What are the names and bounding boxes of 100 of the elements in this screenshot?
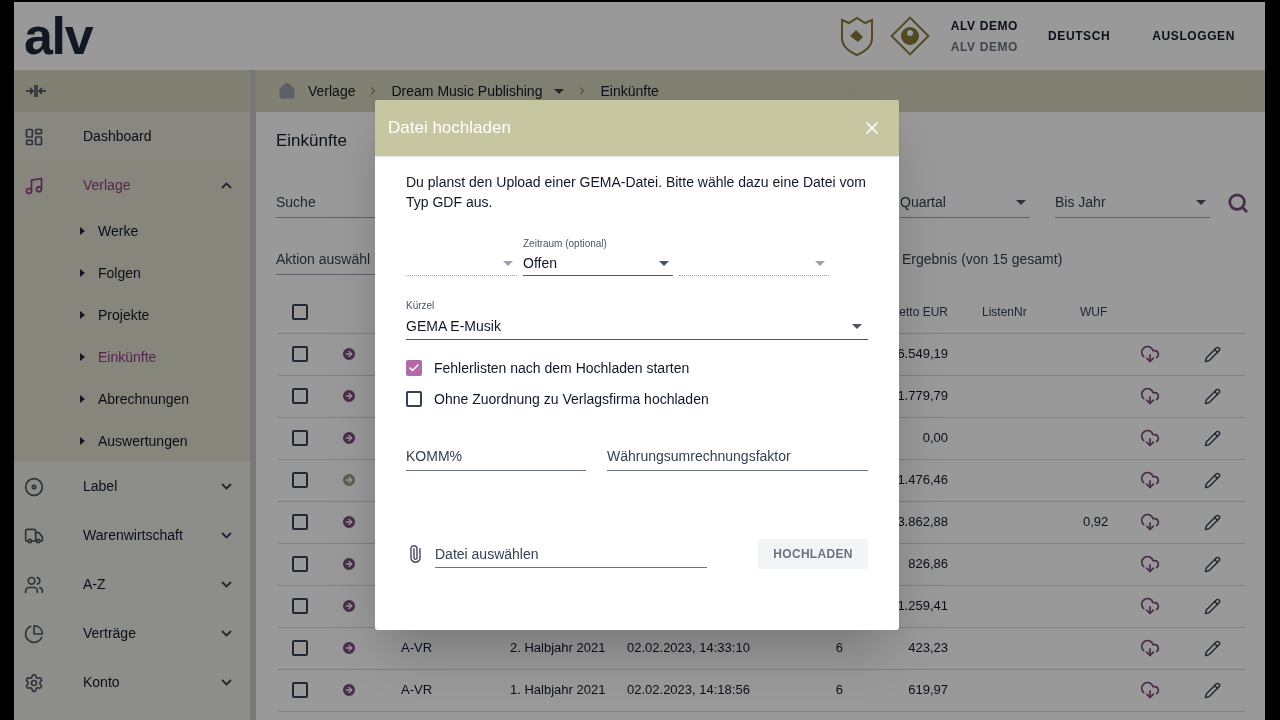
- table-cell-text: 1. Halbjahr 2021: [509, 681, 607, 700]
- checkbox[interactable]: [406, 360, 422, 376]
- profile-badge-icon[interactable]: [888, 15, 931, 57]
- period-select[interactable]: Zeitraum (optional) Offen: [523, 236, 673, 276]
- edit-icon[interactable]: [1204, 513, 1221, 531]
- sidebar-subitem[interactable]: Abrechnungen: [14, 378, 250, 420]
- open-row-icon[interactable]: [341, 388, 357, 404]
- sidebar-subitem[interactable]: Folgen: [14, 252, 250, 294]
- dropdown-caret-icon: [554, 88, 565, 94]
- edit-icon[interactable]: [1204, 555, 1221, 573]
- open-row-icon[interactable]: [341, 556, 357, 572]
- edit-icon[interactable]: [1204, 387, 1221, 405]
- edit-icon[interactable]: [1204, 639, 1221, 657]
- download-icon[interactable]: [1140, 470, 1160, 490]
- disc-icon: [24, 476, 44, 497]
- collapse-icon[interactable]: [26, 85, 46, 97]
- open-row-icon[interactable]: [341, 682, 357, 698]
- open-row-icon[interactable]: [341, 430, 357, 446]
- sidebar-item[interactable]: Label: [14, 462, 250, 511]
- sidebar-subitem[interactable]: Werke: [14, 210, 250, 252]
- checkbox[interactable]: [292, 682, 308, 698]
- sidebar-item[interactable]: Verlage: [14, 161, 250, 210]
- open-row-icon[interactable]: [341, 640, 357, 656]
- edit-icon[interactable]: [1204, 597, 1221, 615]
- table-cell-text: 423,23: [908, 639, 949, 658]
- open-row-icon[interactable]: [341, 472, 357, 488]
- sidebar-item[interactable]: Konto: [14, 658, 250, 707]
- dashboard-icon: [24, 126, 44, 147]
- bullet-icon: [80, 395, 85, 403]
- table-cell-text: 6: [835, 639, 844, 658]
- checkbox[interactable]: [292, 598, 308, 614]
- download-icon[interactable]: [1140, 428, 1160, 448]
- sidebar-item[interactable]: A-Z: [14, 560, 250, 609]
- download-icon[interactable]: [1140, 386, 1160, 406]
- column-header: WUF: [1079, 304, 1109, 321]
- text-field[interactable]: KOMM%: [406, 441, 586, 471]
- edit-icon[interactable]: [1204, 681, 1221, 699]
- kuerzel-select[interactable]: Kürzel GEMA E-Musik: [406, 298, 868, 340]
- table-cell-text: 02.02.2023, 14:33:10: [626, 639, 751, 658]
- edit-icon[interactable]: [1204, 345, 1221, 363]
- dropdown-caret-icon: [1196, 199, 1206, 205]
- file-field[interactable]: Datei auswählen: [435, 540, 707, 568]
- checkbox[interactable]: [292, 640, 308, 656]
- year-select[interactable]: Bis Jahr: [1055, 187, 1210, 218]
- breadcrumb-link[interactable]: Dream Music Publishing: [391, 80, 543, 102]
- checkbox-label: Fehlerlisten nach dem Hochladen starten: [434, 358, 690, 378]
- dialog-description: Du planst den Upload einer GEMA-Datei. Bitte wähle dazu eine Datei vom Typ GDF aus.: [406, 173, 867, 212]
- logout-button[interactable]: AUSLOGGEN: [1152, 27, 1235, 45]
- checkbox[interactable]: [292, 472, 308, 488]
- table-cell-text: 02.02.2023, 14:18:56: [626, 681, 751, 700]
- checkbox[interactable]: [292, 514, 308, 530]
- pie-chart-icon: [24, 623, 44, 644]
- sidebar-subitem[interactable]: Einkünfte: [14, 336, 250, 378]
- result-count: Ergebnis (von 15 gesamt): [902, 250, 1063, 269]
- user-subtitle: ALV DEMO: [950, 38, 1019, 56]
- text-field[interactable]: Währungsumrechnungsfaktor: [607, 441, 868, 471]
- open-row-icon[interactable]: [341, 598, 357, 614]
- shield-icon[interactable]: [839, 16, 874, 56]
- quarter-select[interactable]: Quartal: [900, 187, 1030, 218]
- settings-icon: [24, 672, 44, 693]
- download-icon[interactable]: [1140, 344, 1160, 364]
- search-icon[interactable]: [1227, 191, 1249, 214]
- checkbox[interactable]: [292, 556, 308, 572]
- table-cell-text: 3.862,88: [897, 513, 949, 532]
- column-header: ListenNr: [981, 304, 1028, 321]
- table-cell-text: 826,86: [908, 555, 949, 574]
- download-icon[interactable]: [1140, 680, 1160, 700]
- edit-icon[interactable]: [1204, 429, 1221, 447]
- bullet-icon: [80, 311, 85, 319]
- open-row-icon[interactable]: [341, 514, 357, 530]
- sidebar-subitem[interactable]: Auswertungen: [14, 420, 250, 462]
- checkbox[interactable]: [292, 388, 308, 404]
- checkbox[interactable]: [292, 346, 308, 362]
- music-note-icon: [24, 175, 44, 196]
- check-icon: [408, 362, 420, 374]
- sidebar-item[interactable]: Dashboard: [14, 112, 250, 161]
- download-icon[interactable]: [1140, 596, 1160, 616]
- checkbox[interactable]: [406, 391, 422, 407]
- download-icon[interactable]: [1140, 638, 1160, 658]
- breadcrumb-link[interactable]: Einkünfte: [600, 80, 659, 102]
- sidebar-subitem[interactable]: Projekte: [14, 294, 250, 336]
- dropdown-caret-icon: [503, 260, 513, 266]
- sidebar-item[interactable]: Verträge: [14, 609, 250, 658]
- bullet-icon: [80, 227, 85, 235]
- language-button[interactable]: DEUTSCH: [1048, 27, 1111, 45]
- logo[interactable]: alv: [24, 10, 93, 62]
- sidebar-item[interactable]: Warenwirtschaft: [14, 511, 250, 560]
- open-row-icon[interactable]: [341, 346, 357, 362]
- table-cell-text: 1.476,46: [897, 471, 949, 490]
- checkbox[interactable]: [292, 430, 308, 446]
- download-icon[interactable]: [1140, 512, 1160, 532]
- dropdown-caret-icon: [852, 323, 862, 329]
- table-cell-text: 6: [835, 681, 844, 700]
- page-title: Einkünfte: [276, 130, 348, 152]
- bullet-icon: [80, 269, 85, 277]
- checkbox[interactable]: [292, 304, 308, 320]
- download-icon[interactable]: [1140, 554, 1160, 574]
- table-cell-text: 0,92: [1082, 513, 1110, 532]
- edit-icon[interactable]: [1204, 471, 1221, 489]
- breadcrumb-link[interactable]: Verlage: [308, 80, 356, 102]
